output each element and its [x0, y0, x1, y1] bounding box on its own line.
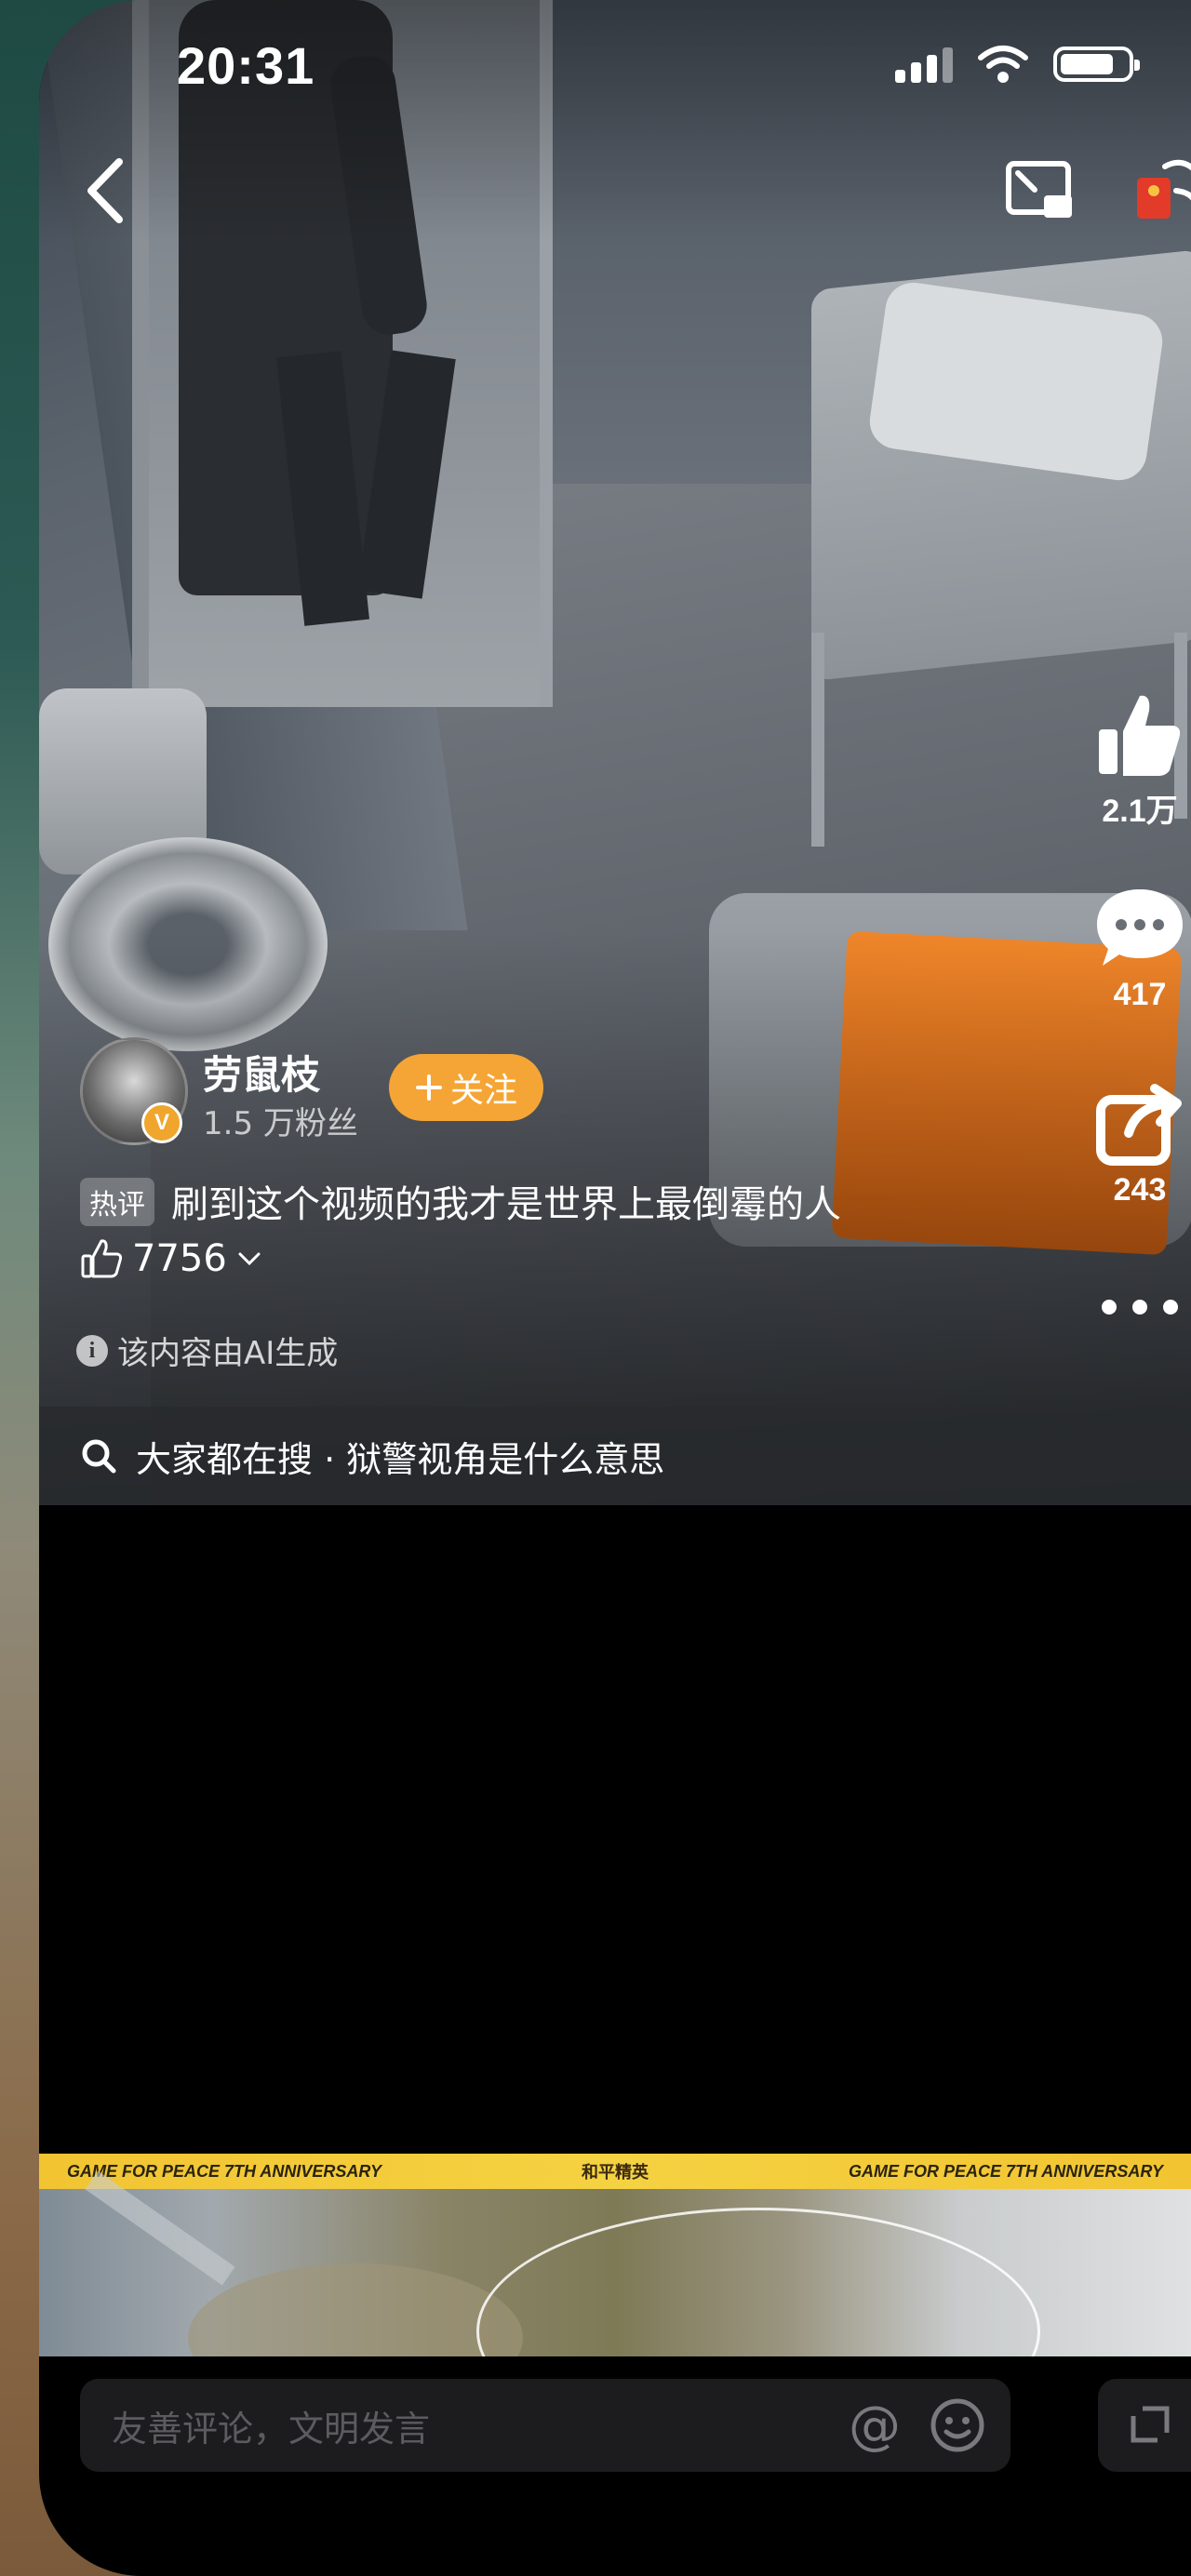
hot-comment-text[interactable]: 刷到这个视频的我才是世界上最倒霉的人: [171, 1174, 841, 1228]
banner-map-image: [39, 2170, 1191, 2356]
battery-icon: [1053, 47, 1140, 82]
related-search-text: 大家都在搜 · 狱警视角是什么意思: [136, 1438, 665, 1480]
expand-icon: [1131, 2406, 1170, 2443]
comment-bubble-icon: [1097, 889, 1183, 966]
wifi-icon: [978, 46, 1028, 83]
chevron-down-icon: [238, 1252, 261, 1266]
banner-logo-text: 和平精英: [582, 2163, 649, 2182]
screen-cast-icon[interactable]: [1003, 158, 1077, 223]
banner-left-text: GAME FOR PEACE 7TH ANNIVERSARY: [67, 2161, 382, 2181]
hot-comment-like[interactable]: 7756: [80, 1237, 262, 1280]
ai-notice-text: 该内容由AI生成: [117, 1335, 339, 1372]
phone-screen: 20:31 2.1万 417 243 V 劳鼠枝 1.5 万粉丝 关注 热评 刷…: [39, 0, 1191, 2576]
status-time: 20:31: [177, 36, 315, 95]
share-button[interactable]: 243: [1089, 1079, 1191, 1208]
at-icon[interactable]: @: [849, 2396, 901, 2456]
ad-banner[interactable]: GAME FOR PEACE 7TH ANNIVERSARY 和平精英 GAME…: [39, 2154, 1191, 2356]
search-icon: [82, 1439, 116, 1474]
like-count: 2.1万: [1102, 794, 1178, 829]
comment-count: 417: [1113, 977, 1167, 1012]
red-envelope-icon[interactable]: [1128, 153, 1191, 228]
thumb-up-outline-icon: [81, 1239, 123, 1278]
thumb-up-icon: [1099, 695, 1181, 776]
author-name[interactable]: 劳鼠枝: [203, 1044, 320, 1101]
banner-strip: GAME FOR PEACE 7TH ANNIVERSARY 和平精英 GAME…: [39, 2154, 1191, 2189]
comment-button[interactable]: 417: [1089, 884, 1191, 1013]
video-player[interactable]: 20:31 2.1万 417 243 V 劳鼠枝 1.5 万粉丝 关注 热评 刷…: [39, 0, 1191, 1505]
verified-badge-icon: V: [141, 1102, 182, 1143]
follow-button[interactable]: 关注: [389, 1054, 543, 1121]
expand-button[interactable]: [1098, 2379, 1191, 2472]
status-icons: [895, 45, 1140, 84]
info-icon: i: [76, 1334, 108, 1367]
comment-placeholder: 友善评论，文明发言: [112, 2408, 431, 2449]
comment-input[interactable]: 友善评论，文明发言 @: [80, 2379, 1010, 2472]
emoji-icon[interactable]: [929, 2396, 986, 2454]
hot-comment-like-count: 7756: [132, 1237, 227, 1280]
ai-notice: i 该内容由AI生成: [76, 1328, 338, 1373]
like-button[interactable]: 2.1万: [1089, 688, 1191, 831]
share-icon: [1096, 1084, 1182, 1166]
scene-bed-leg: [811, 633, 824, 847]
share-count: 243: [1113, 1172, 1167, 1208]
more-icon[interactable]: [1089, 1293, 1191, 1321]
plus-icon: [415, 1074, 442, 1101]
follow-label: 关注: [449, 1072, 517, 1110]
back-icon[interactable]: [71, 149, 136, 233]
fans-count: 1.5 万粉丝: [203, 1105, 358, 1142]
banner-right-text: GAME FOR PEACE 7TH ANNIVERSARY: [848, 2161, 1163, 2181]
hot-comment-tag: 热评: [80, 1178, 154, 1226]
related-search-bar[interactable]: 大家都在搜 · 狱警视角是什么意思: [39, 1407, 1191, 1505]
signal-icon: [895, 46, 953, 83]
